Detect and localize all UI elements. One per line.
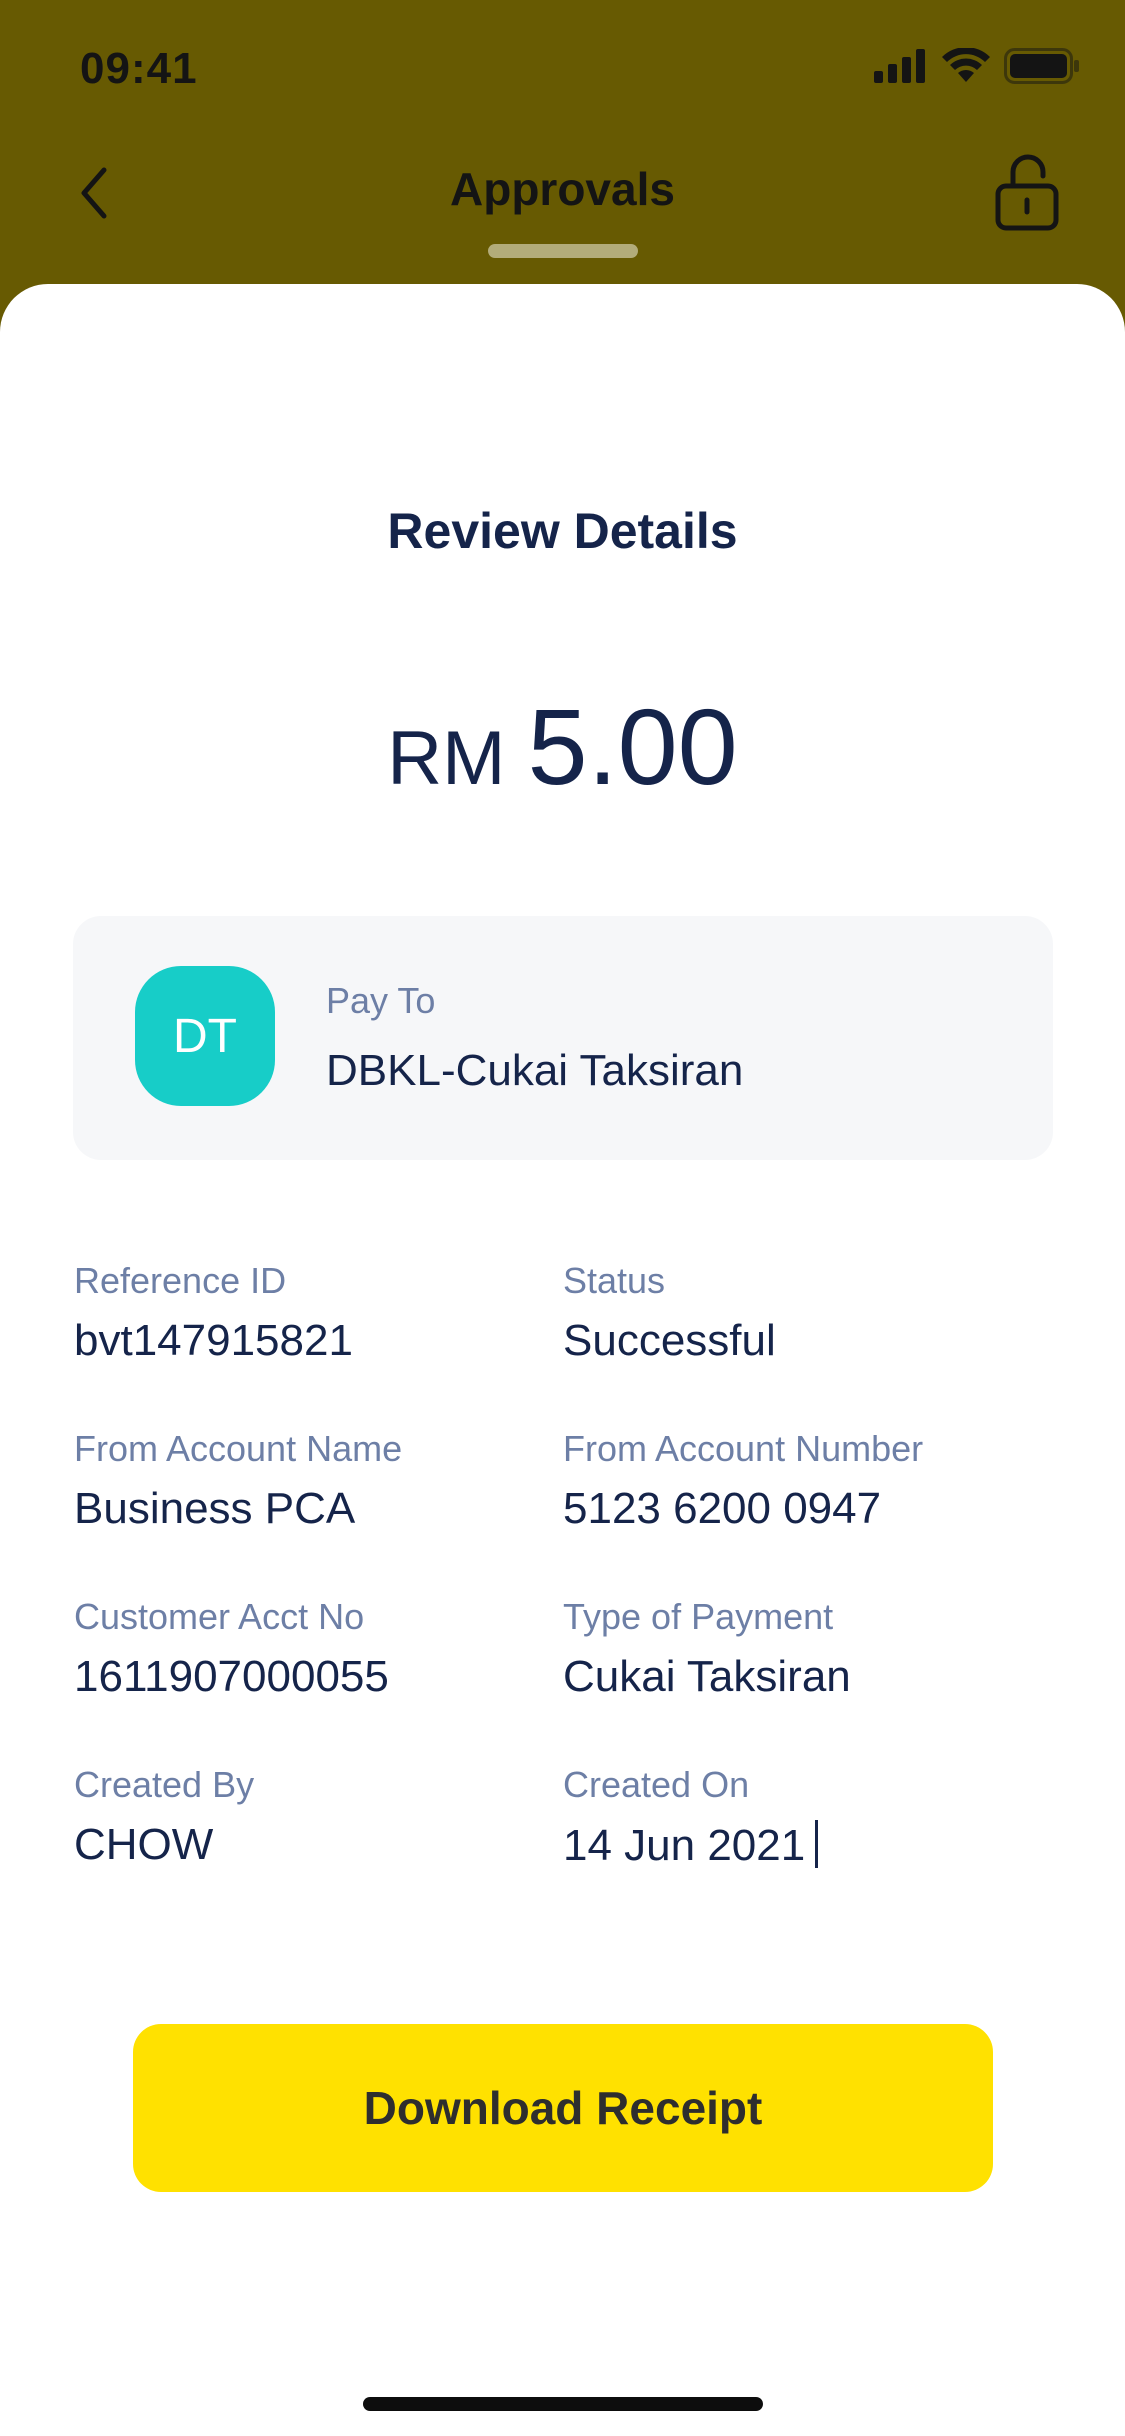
detail-label: Created On: [563, 1764, 750, 1805]
detail-value: 1611907000055: [74, 1652, 389, 1701]
detail-from-account-name: From Account Name Business PCA: [74, 1428, 402, 1534]
detail-type-of-payment: Type of Payment Cukai Taksiran: [563, 1596, 851, 1702]
detail-created-on: Created On 14 Jun 2021: [563, 1764, 819, 1871]
download-receipt-button[interactable]: Download Receipt: [133, 2024, 993, 2192]
battery-icon: [1004, 48, 1079, 84]
detail-customer-acct-no: Customer Acct No 1611907000055: [74, 1596, 389, 1702]
detail-created-by: Created By CHOW: [74, 1764, 254, 1870]
cellular-signal-icon: [874, 49, 925, 83]
review-title: Review Details: [387, 503, 738, 559]
detail-label: Customer Acct No: [74, 1596, 365, 1637]
detail-label: Reference ID: [74, 1260, 287, 1301]
detail-value: bvt147915821: [74, 1316, 353, 1365]
detail-label: From Account Name: [74, 1428, 403, 1469]
amount-currency: RM: [387, 716, 506, 801]
page-title: Approvals: [450, 163, 675, 215]
detail-label: Created By: [74, 1764, 255, 1805]
avatar: DT: [135, 966, 275, 1106]
detail-value-wrap: 14 Jun 2021: [563, 1820, 819, 1871]
detail-status: Status Successful: [563, 1260, 776, 1366]
sheet-grabber[interactable]: [488, 244, 638, 258]
text-cursor: [815, 1820, 819, 1868]
detail-label: Type of Payment: [563, 1596, 834, 1637]
unlock-icon: [995, 154, 1059, 231]
detail-value: Cukai Taksiran: [563, 1652, 851, 1701]
detail-value: Successful: [563, 1316, 776, 1365]
detail-from-account-number: From Account Number 5123 6200 0947: [563, 1428, 923, 1534]
detail-value: 5123 6200 0947: [563, 1484, 882, 1533]
wifi-icon: [942, 48, 990, 82]
amount: RM 5.00: [0, 684, 1125, 809]
header-bar: 09:41 Approvals: [0, 0, 1125, 300]
detail-reference-id: Reference ID bvt147915821: [74, 1260, 353, 1366]
detail-label: From Account Number: [563, 1428, 924, 1469]
amount-value: 5.00: [527, 686, 738, 807]
review-sheet: Review Details RM 5.00 DT Pay To DBKL-Cuk…: [0, 284, 1125, 2436]
payee-name: DBKL-Cukai Taksiran: [326, 1046, 744, 1095]
status-icons: [874, 48, 1080, 84]
detail-value: Business PCA: [74, 1484, 356, 1533]
detail-value: CHOW: [74, 1820, 214, 1869]
detail-value: 14 Jun 2021: [563, 1821, 806, 1870]
payee-label: Pay To: [326, 980, 436, 1021]
lock-button[interactable]: [993, 152, 1061, 232]
payee-card: DT Pay To DBKL-Cukai Taksiran: [73, 916, 1053, 1160]
detail-label: Status: [563, 1260, 666, 1301]
status-time: 09:41: [80, 44, 198, 93]
home-indicator[interactable]: [363, 2397, 763, 2411]
